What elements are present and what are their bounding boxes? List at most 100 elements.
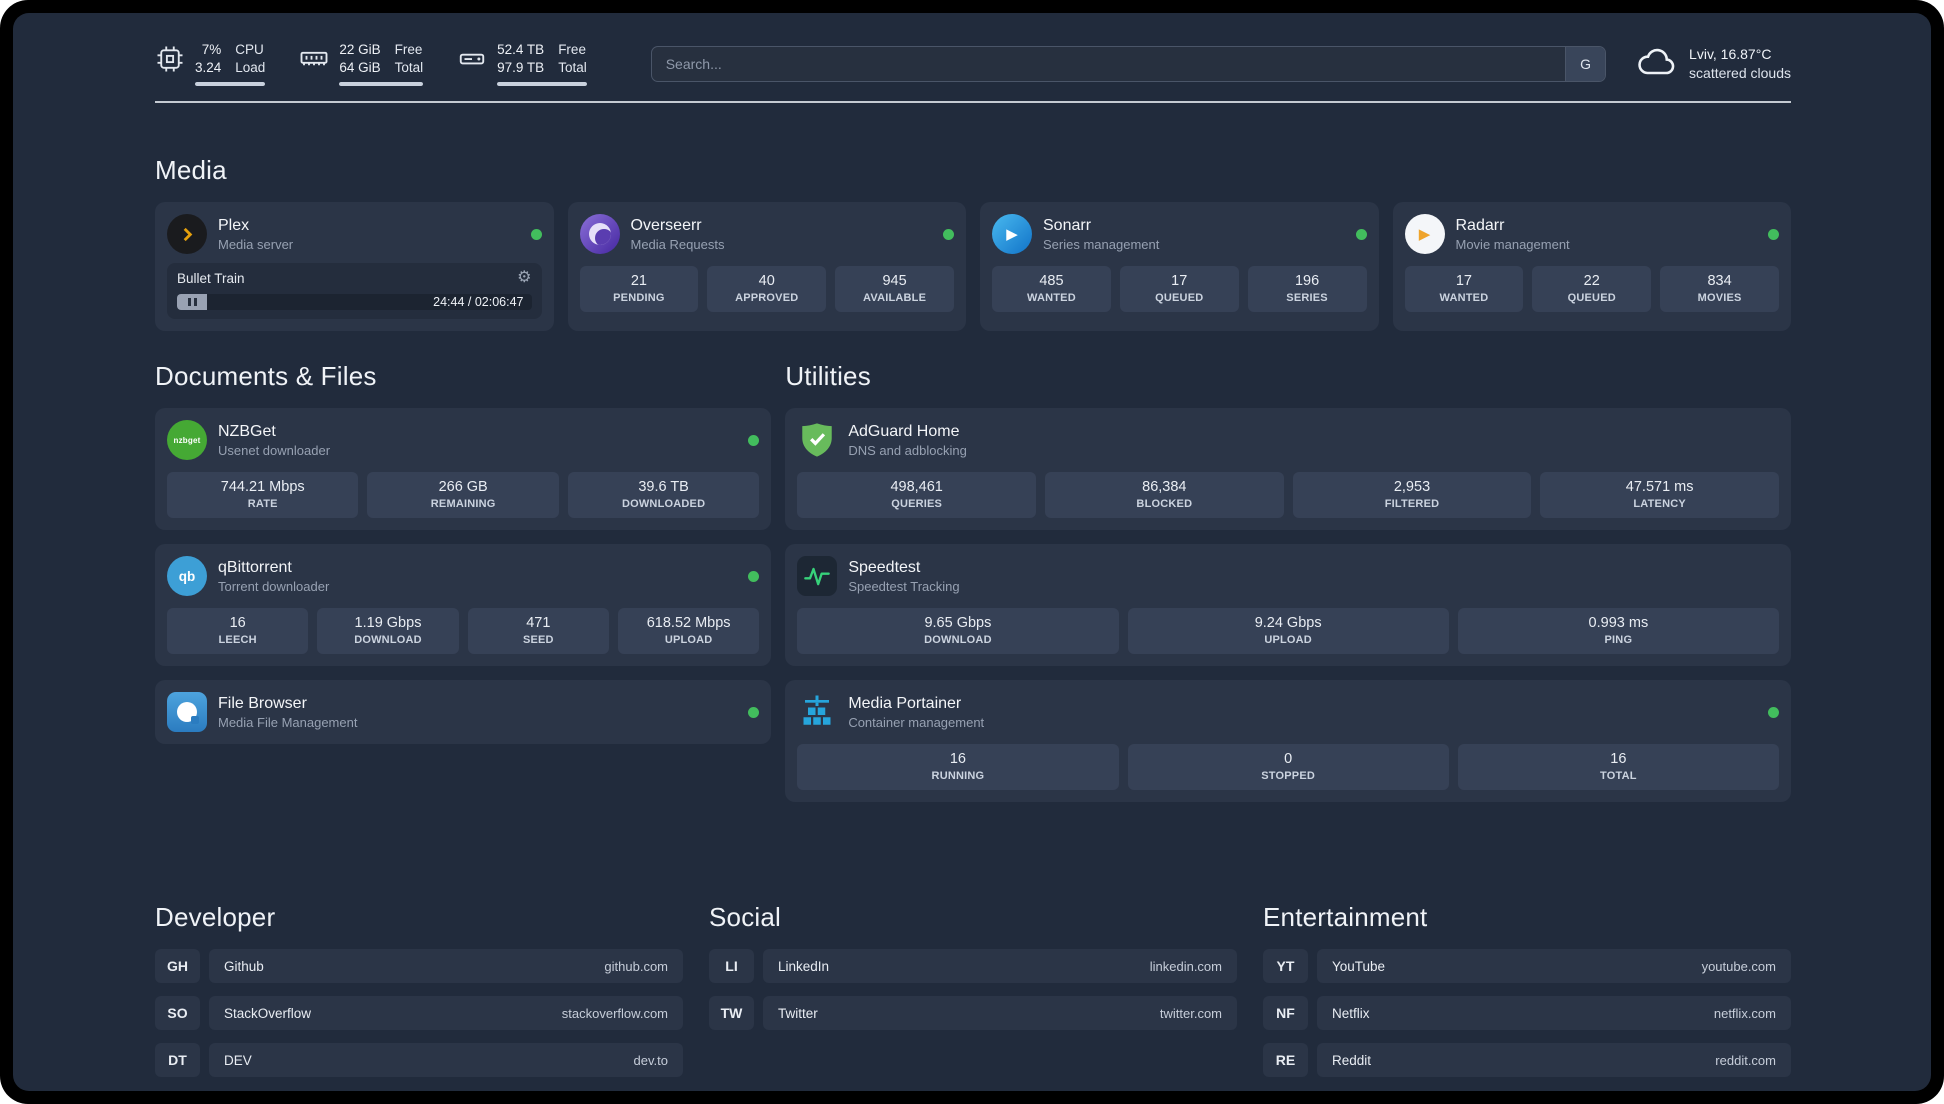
app-card-overseerr[interactable]: Overseerr Media Requests 21 PENDING 40 A… [567,202,966,331]
plex-icon [167,214,207,254]
bookmark-name: YouTube [1332,958,1386,974]
bookmark-link[interactable]: Github github.com [209,949,683,983]
stat-tile: 0.993 ms PING [1457,608,1779,654]
app-name: Radarr [1455,216,1505,234]
bookmark-link[interactable]: Reddit reddit.com [1317,1043,1791,1077]
pause-button[interactable] [177,294,207,310]
section-social: Social LI LinkedIn linkedin.com TW Twitt… [709,902,1237,1090]
stat-label: PENDING [613,292,665,304]
ram-total-value: 64 GiB [339,60,381,75]
section-developer: Developer GH Github github.com SO StackO… [155,902,683,1090]
bookmark-abbr[interactable]: SO [155,996,200,1030]
stat-label: RATE [247,498,278,510]
cpu-label: CPU [235,42,264,57]
app-subtitle: Series management [1043,236,1160,252]
playback-progress-bar[interactable]: 24:44 / 02:06:47 [177,294,532,310]
stat-value: 47.571 ms [1625,479,1694,495]
app-subtitle: Media server [218,236,294,252]
bookmark-abbr[interactable]: LI [709,949,754,983]
bookmark-linkedin: LI LinkedIn linkedin.com [709,949,1237,983]
stat-tile: 1.19 Gbps DOWNLOAD [317,608,459,654]
bookmark-abbr[interactable]: RE [1263,1043,1308,1077]
app-name: Media Portainer [848,694,962,712]
stat-label: DOWNLOAD [354,634,422,646]
stat-label: WANTED [1439,292,1489,304]
status-dot [748,706,760,718]
bookmark-link[interactable]: YouTube youtube.com [1317,949,1791,983]
stat-label: STOPPED [1261,770,1316,782]
bookmark-github: GH Github github.com [155,949,683,983]
app-card-plex[interactable]: Plex Media server Bullet Train ⚙ 24:44 /… [155,202,554,331]
search-input[interactable] [651,46,1566,81]
bookmark-link[interactable]: Twitter twitter.com [763,996,1237,1030]
weather-condition: scattered clouds [1689,64,1791,81]
app-card-radarr[interactable]: ▶ Radarr Movie management 17 WANTED 22 Q… [1392,202,1791,331]
nzbget-icon: nzbget [167,420,207,460]
bookmark-abbr[interactable]: YT [1263,949,1308,983]
ram-total-label: Total [394,60,424,75]
app-subtitle: Media Requests [630,236,725,252]
app-card-portainer[interactable]: Media Portainer Container management 16 … [785,680,1791,802]
app-card-sonarr[interactable]: ▶ Sonarr Series management 485 WANTED 17… [980,202,1379,331]
app-name: qBittorrent [218,558,292,576]
stat-label: WANTED [1026,292,1076,304]
stat-value: 744.21 Mbps [220,479,305,495]
stat-value: 2,953 [1393,479,1431,495]
section-title-entertainment: Entertainment [1263,902,1428,932]
window-frame: 7% CPU 3.24 Load 22 GiB Free 64 GiB Tota… [0,0,1944,1104]
player-settings-gear-icon[interactable]: ⚙ [517,270,531,286]
bookmark-name: DEV [224,1052,252,1068]
app-name: Speedtest [848,558,921,576]
bookmark-abbr[interactable]: GH [155,949,200,983]
stat-value: 834 [1707,273,1732,289]
app-card-filebrowser[interactable]: File Browser Media File Management [155,680,772,744]
now-playing-widget: Bullet Train ⚙ 24:44 / 02:06:47 [167,263,542,319]
stat-tile: 86,384 BLOCKED [1044,472,1284,518]
disk-free-value: 52.4 TB [497,42,545,57]
stat-tile: 618.52 Mbps UPLOAD [617,608,760,654]
app-card-nzbget[interactable]: nzbget NZBGet Usenet downloader 744.21 M… [155,408,772,530]
app-card-qbittorrent[interactable]: qb qBittorrent Torrent downloader 16 LEE… [155,544,772,666]
stat-tile: 22 QUEUED [1532,266,1652,312]
stat-label: RUNNING [931,770,985,782]
stat-tile: 9.24 Gbps UPLOAD [1127,608,1449,654]
stat-tile: 17 WANTED [1404,266,1524,312]
stat-tile: 40 APPROVED [707,266,827,312]
stat-value: 16 [229,615,246,631]
stat-label: AVAILABLE [863,292,927,304]
stat-value: 17 [1171,273,1188,289]
stat-label: SERIES [1286,292,1328,304]
app-card-speedtest[interactable]: Speedtest Speedtest Tracking 9.65 Gbps D… [785,544,1791,666]
stat-tile: 39.6 TB DOWNLOADED [567,472,760,518]
status-dot [530,228,542,240]
ram-metric: 22 GiB Free 64 GiB Total [299,41,424,86]
section-title-developer: Developer [155,902,276,932]
bookmark-link[interactable]: LinkedIn linkedin.com [763,949,1237,983]
disk-free-label: Free [558,42,586,57]
ram-bar [339,82,424,86]
app-subtitle: Movie management [1455,236,1570,252]
stat-label: TOTAL [1600,770,1637,782]
cpu-metric: 7% CPU 3.24 Load [155,41,266,86]
app-card-adguard[interactable]: AdGuard Home DNS and adblocking 498,461 … [785,408,1791,530]
bookmark-link[interactable]: Netflix netflix.com [1317,996,1791,1030]
bookmark-link[interactable]: StackOverflow stackoverflow.com [209,996,683,1030]
app-name: AdGuard Home [848,422,960,440]
search-engine-button[interactable]: G [1565,46,1606,81]
bookmark-link[interactable]: DEV dev.to [209,1043,683,1077]
bookmark-domain: reddit.com [1715,1052,1776,1068]
status-dot [748,570,760,582]
stat-label: LEECH [218,634,257,646]
bookmark-abbr[interactable]: DT [155,1043,200,1077]
stat-tile: 485 WANTED [992,266,1111,312]
stat-tile: 196 SERIES [1247,266,1367,312]
bookmark-abbr[interactable]: NF [1263,996,1308,1030]
app-name: Sonarr [1043,216,1092,234]
section-title-media: Media [155,155,227,185]
filebrowser-icon [167,692,207,732]
bookmark-abbr[interactable]: TW [709,996,754,1030]
disk-total-label: Total [558,60,587,75]
bookmark-name: Netflix [1332,1005,1370,1021]
stat-value: 0 [1284,751,1293,767]
stat-value: 945 [882,273,907,289]
